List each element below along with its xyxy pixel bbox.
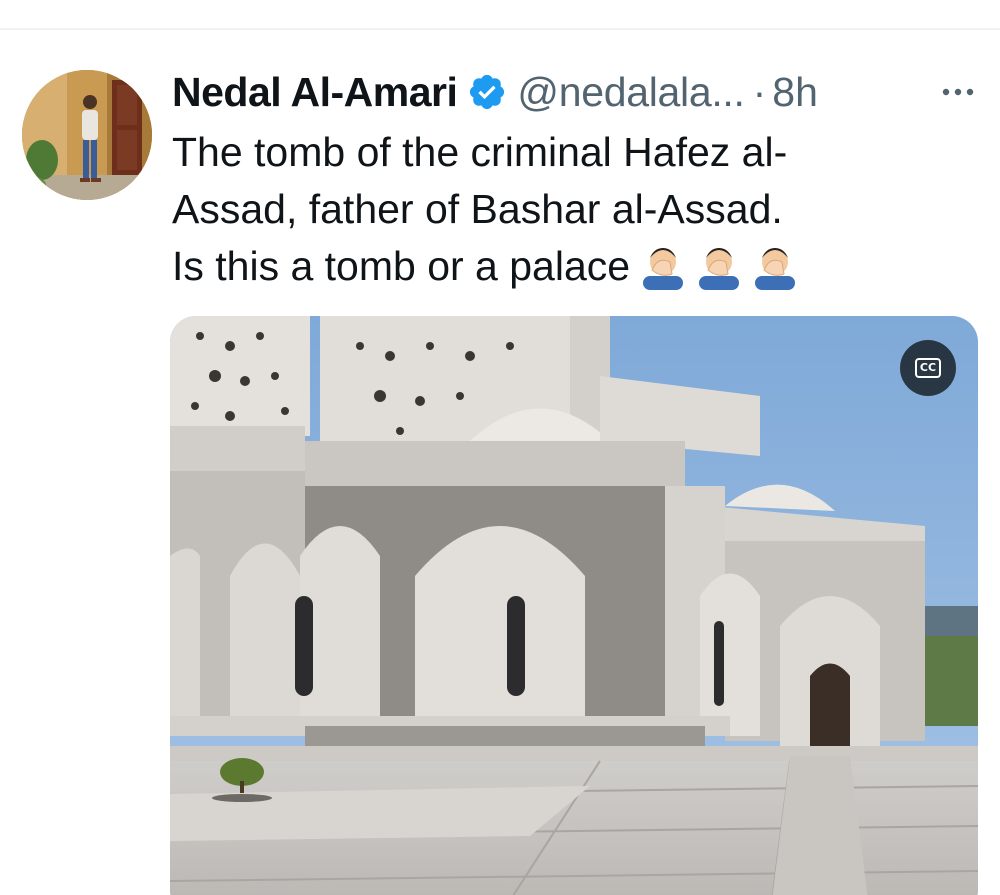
separator-dot: · xyxy=(752,68,767,115)
tweet-text-line: Assad, father of Bashar al-Assad. xyxy=(172,186,783,232)
author-name[interactable]: Nedal Al-Amari xyxy=(172,69,458,116)
more-horizontal-icon[interactable] xyxy=(940,80,976,104)
tweet-text-line-last: Is this a tomb or a palace xyxy=(172,238,972,295)
avatar-photo xyxy=(22,70,152,200)
avatar[interactable] xyxy=(22,70,152,200)
face-palm-emoji-icon xyxy=(694,240,744,291)
tweet-screen: Nedal Al-Amari @nedalala... · 8h The tom… xyxy=(0,0,1000,895)
closed-captions-button[interactable]: CC xyxy=(900,340,956,396)
emoji-group xyxy=(638,240,800,291)
closed-captions-icon: CC xyxy=(915,358,941,378)
tweet-text-line: The tomb of the criminal Hafez al- xyxy=(172,129,788,175)
timestamp[interactable]: 8h xyxy=(772,69,818,116)
tomb-building-image xyxy=(170,316,978,895)
tweet-text: The tomb of the criminal Hafez al- Assad… xyxy=(172,124,972,295)
tweet-text-line: Is this a tomb or a palace xyxy=(172,243,631,289)
face-palm-emoji-icon xyxy=(638,240,688,291)
verified-badge-icon xyxy=(467,72,507,112)
video-thumbnail[interactable] xyxy=(170,316,978,895)
tweet-header: Nedal Al-Amari @nedalala... · 8h xyxy=(172,64,818,120)
face-palm-emoji-icon xyxy=(750,240,800,291)
top-divider xyxy=(0,0,1000,30)
author-handle[interactable]: @nedalala... xyxy=(517,69,745,116)
